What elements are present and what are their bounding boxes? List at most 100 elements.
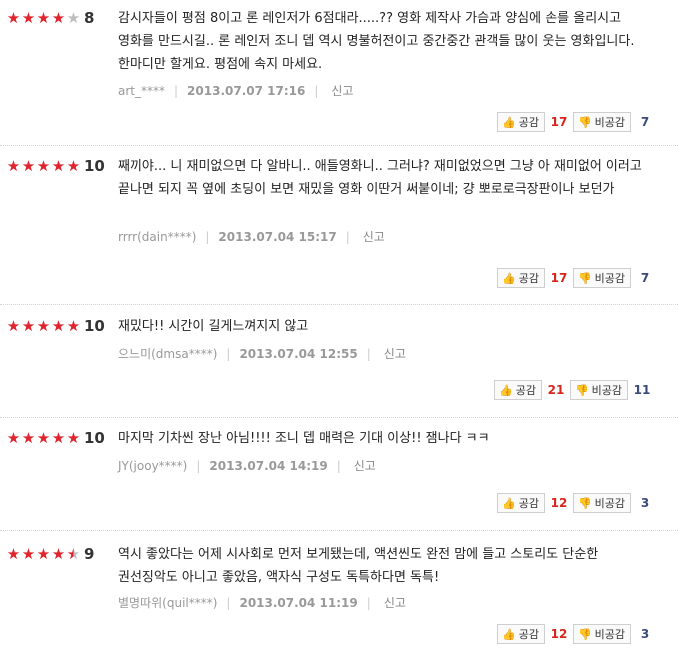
review-date: 2013.07.04 14:19 bbox=[209, 458, 328, 473]
like-button[interactable]: 👍 공감 bbox=[497, 624, 545, 644]
divider: | bbox=[314, 83, 319, 98]
dislike-label: 비공감 bbox=[591, 384, 623, 397]
dislike-count: 7 bbox=[640, 271, 650, 285]
star-filled-icon: ★ bbox=[66, 317, 81, 335]
like-button[interactable]: 👍 공감 bbox=[497, 268, 545, 288]
like-label: 공감 bbox=[518, 116, 539, 129]
vote-controls: 👍 공감 12 👎 비공감 3 bbox=[497, 624, 659, 644]
divider: | bbox=[196, 458, 201, 473]
star-filled-icon: ★ bbox=[21, 9, 36, 27]
star-empty-icon: ★ bbox=[66, 9, 81, 27]
thumbs-up-icon: 👍 bbox=[499, 383, 513, 397]
vote-controls: 👍 공감 17 👎 비공감 7 bbox=[497, 112, 659, 132]
like-label: 공감 bbox=[518, 272, 539, 285]
review-item: ★ ★ ★ ★ ★ 8 감시자들이 평점 8이고 론 레인저가 6점대라....… bbox=[0, 0, 678, 146]
review-author[interactable]: 별명따위(quil****) bbox=[118, 594, 217, 611]
star-filled-icon: ★ bbox=[6, 545, 21, 563]
thumbs-up-icon: 👍 bbox=[502, 115, 516, 129]
thumbs-up-icon: 👍 bbox=[502, 627, 516, 641]
like-button[interactable]: 👍 공감 bbox=[497, 493, 545, 513]
star-filled-icon: ★ bbox=[51, 429, 66, 447]
like-count: 21 bbox=[547, 383, 565, 397]
star-filled-icon: ★ bbox=[36, 429, 51, 447]
review-meta: rrrr(dain****) | 2013.07.04 15:17 | 신고 bbox=[118, 228, 385, 245]
dislike-label: 비공감 bbox=[594, 272, 626, 285]
dislike-label: 비공감 bbox=[594, 116, 626, 129]
like-count: 12 bbox=[550, 496, 568, 510]
like-count: 17 bbox=[550, 115, 568, 129]
dislike-count: 3 bbox=[640, 627, 650, 641]
review-text: 재밌다!! 시간이 길게느껴지지 않고 bbox=[118, 319, 309, 334]
star-filled-icon: ★ bbox=[51, 317, 66, 335]
star-rating: ★ ★ ★ ★ ★ bbox=[6, 547, 81, 562]
star-filled-icon: ★ bbox=[51, 157, 66, 175]
divider: | bbox=[336, 458, 341, 473]
review-score: 8 bbox=[84, 9, 95, 27]
dislike-count: 11 bbox=[633, 383, 651, 397]
thumbs-down-icon: 👎 bbox=[577, 496, 592, 510]
star-filled-icon: ★ bbox=[6, 317, 21, 335]
dislike-count: 3 bbox=[640, 496, 650, 510]
divider: | bbox=[345, 229, 350, 244]
report-link[interactable]: 신고 bbox=[354, 457, 376, 474]
like-button[interactable]: 👍 공감 bbox=[494, 380, 542, 400]
star-rating: ★ ★ ★ ★ ★ bbox=[6, 431, 81, 446]
review-score: 10 bbox=[84, 157, 105, 175]
review-date: 2013.07.04 12:55 bbox=[239, 346, 358, 361]
star-filled-icon: ★ bbox=[21, 429, 36, 447]
star-filled-icon: ★ bbox=[36, 317, 51, 335]
review-meta: 으느미(dmsa****) | 2013.07.04 12:55 | 신고 bbox=[118, 345, 406, 362]
dislike-button[interactable]: 👎 비공감 bbox=[572, 624, 632, 644]
thumbs-up-icon: 👍 bbox=[502, 496, 516, 510]
dislike-button[interactable]: 👎 비공감 bbox=[569, 380, 629, 400]
report-link[interactable]: 신고 bbox=[331, 82, 353, 99]
dislike-button[interactable]: 👎 비공감 bbox=[572, 112, 632, 132]
thumbs-up-icon: 👍 bbox=[502, 271, 516, 285]
review-item: ★ ★ ★ ★ ★ 10 재밌다!! 시간이 길게느껴지지 않고 으느미(dms… bbox=[0, 305, 678, 418]
review-meta: JY(jooy****) | 2013.07.04 14:19 | 신고 bbox=[118, 457, 376, 474]
thumbs-down-icon: 👎 bbox=[574, 383, 589, 397]
star-filled-icon: ★ bbox=[21, 157, 36, 175]
review-date: 2013.07.04 11:19 bbox=[239, 595, 358, 610]
star-filled-icon: ★ bbox=[66, 157, 81, 175]
review-author[interactable]: art_**** bbox=[118, 84, 165, 98]
report-link[interactable]: 신고 bbox=[363, 228, 385, 245]
dislike-button[interactable]: 👎 비공감 bbox=[572, 493, 632, 513]
review-author[interactable]: rrrr(dain****) bbox=[118, 230, 196, 244]
review-text: 째끼야... 니 재미없으면 다 알바니.. 애들영화니.. 그러냐? 재미없었… bbox=[118, 159, 642, 197]
divider: | bbox=[205, 229, 210, 244]
report-link[interactable]: 신고 bbox=[384, 594, 406, 611]
review-text: 감시자들이 평점 8이고 론 레인저가 6점대라.....?? 영화 제작사 가… bbox=[118, 11, 635, 72]
star-filled-icon: ★ bbox=[21, 545, 36, 563]
divider: | bbox=[174, 83, 179, 98]
review-item: ★ ★ ★ ★ ★ 9 역시 좋았다는 어제 시사회로 먼저 보게됐는데, 액션… bbox=[0, 531, 678, 649]
review-date: 2013.07.04 15:17 bbox=[218, 229, 337, 244]
review-text: 역시 좋았다는 어제 시사회로 먼저 보게됐는데, 액션씬도 완전 맘에 들고 … bbox=[118, 547, 599, 585]
star-filled-icon: ★ bbox=[36, 9, 51, 27]
review-item: ★ ★ ★ ★ ★ 10 째끼야... 니 재미없으면 다 알바니.. 애들영화… bbox=[0, 146, 678, 305]
dislike-label: 비공감 bbox=[594, 628, 626, 641]
thumbs-down-icon: 👎 bbox=[577, 627, 592, 641]
like-button[interactable]: 👍 공감 bbox=[497, 112, 545, 132]
dislike-button[interactable]: 👎 비공감 bbox=[572, 268, 632, 288]
star-half-icon: ★ bbox=[66, 545, 81, 563]
review-score: 10 bbox=[84, 429, 105, 447]
review-author[interactable]: 으느미(dmsa****) bbox=[118, 345, 217, 362]
review-date: 2013.07.07 17:16 bbox=[187, 83, 306, 98]
vote-controls: 👍 공감 21 👎 비공감 11 bbox=[494, 380, 656, 400]
star-filled-icon: ★ bbox=[6, 429, 21, 447]
like-count: 17 bbox=[550, 271, 568, 285]
star-rating: ★ ★ ★ ★ ★ bbox=[6, 159, 81, 174]
dislike-count: 7 bbox=[640, 115, 650, 129]
star-filled-icon: ★ bbox=[66, 429, 81, 447]
review-meta: art_**** | 2013.07.07 17:16 | 신고 bbox=[118, 82, 353, 99]
dislike-label: 비공감 bbox=[594, 497, 626, 510]
review-author[interactable]: JY(jooy****) bbox=[118, 459, 187, 473]
review-score: 10 bbox=[84, 317, 105, 335]
vote-controls: 👍 공감 17 👎 비공감 7 bbox=[497, 268, 659, 288]
report-link[interactable]: 신고 bbox=[384, 345, 406, 362]
review-meta: 별명따위(quil****) | 2013.07.04 11:19 | 신고 bbox=[118, 594, 406, 611]
star-filled-icon: ★ bbox=[6, 9, 21, 27]
star-filled-icon: ★ bbox=[36, 545, 51, 563]
like-label: 공감 bbox=[515, 384, 536, 397]
